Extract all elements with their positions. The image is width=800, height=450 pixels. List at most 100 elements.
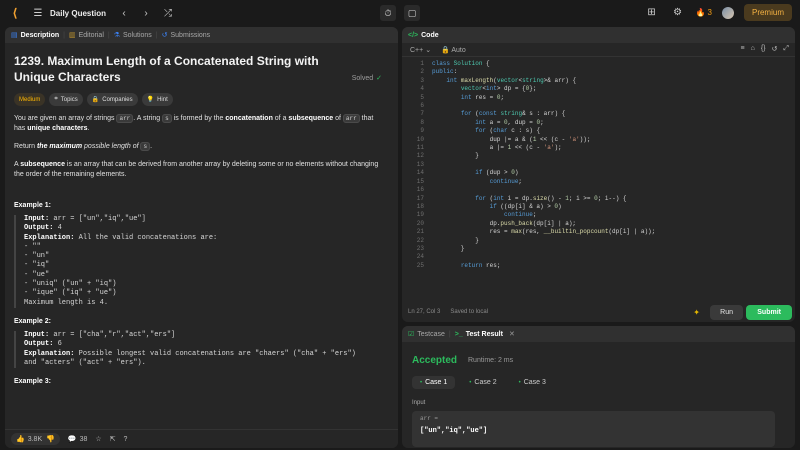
example-line: - "un" (24, 252, 50, 261)
notes-icon[interactable]: ▢ (404, 5, 420, 21)
pass-dot-icon: • (469, 379, 472, 386)
cursor-position: Ln 27, Col 3 (408, 309, 441, 315)
description-paragraph-3: A subsequence is an array that can be de… (14, 161, 379, 178)
thumbs-down-icon[interactable]: 👎 (46, 435, 55, 443)
prev-problem-icon[interactable]: ‹ (116, 5, 132, 21)
solved-badge: Solved ✓ (351, 74, 382, 83)
comments-button[interactable]: 💬 38 (67, 435, 88, 444)
description-panel: ▤ Description | ▥ Editorial | ⚗ Solutions |… (5, 27, 398, 448)
tag-icon: ⌗ (54, 96, 58, 102)
example-line: - "" (24, 242, 41, 251)
run-button[interactable]: Run (710, 305, 743, 320)
avatar[interactable] (721, 6, 734, 19)
pass-dot-icon: • (420, 379, 423, 386)
line-numbers: 1 2 3 4 5 6 7 8 9 10 11 12 13 14 15 16 17 18 19 20 21 22 23 24 2… (416, 60, 424, 269)
top-nav: ⟨ ☰ Daily Question ‹ › ⤮ ⏱ ▢ ⊞ ⚙ 🔥 3 Prem… (0, 0, 800, 26)
example-input: Input: arr = ["cha","r","act","ers"] (24, 330, 176, 339)
tab-test-result[interactable]: >_ Test Result ✕ (454, 330, 515, 339)
favorite-star-icon[interactable]: ☆ (95, 435, 101, 443)
check-circle-icon: ✓ (376, 75, 382, 82)
case-tab-2[interactable]: • Case 2 (461, 376, 504, 389)
problem-list-icon[interactable]: ☰ (30, 5, 46, 21)
tab-editorial[interactable]: ▥ Editorial (69, 31, 104, 40)
case-tab-1[interactable]: • Case 1 (412, 376, 456, 389)
input-var-value: ["un","iq","ue"] (420, 427, 488, 435)
example-3-title: Example 3: (14, 378, 51, 386)
tab-testcase[interactable]: ☑ Testcase (408, 330, 445, 339)
language-select[interactable]: C++ ⌄ (410, 46, 431, 54)
streak-counter[interactable]: 🔥 3 (696, 8, 712, 17)
submissions-icon: ↺ (161, 32, 168, 39)
description-paragraph-1: You are given an array of strings arr. A… (14, 114, 374, 132)
topics-chip[interactable]: ⌗ Topics (49, 93, 83, 106)
example-line: - "ique" ("iq" + "ue") (24, 289, 117, 298)
lightbulb-icon: 💡 (146, 97, 155, 103)
difficulty-chip[interactable]: Medium (14, 93, 46, 106)
code-tabs: </> Code (402, 27, 795, 43)
submit-button[interactable]: Submit (746, 305, 792, 320)
chevron-down-icon: ⌄ (425, 46, 432, 54)
tab-description[interactable]: ▤ Description (11, 31, 59, 40)
description-footer: 👍 3.8K 👎 💬 38 ☆ ⇱ ? (5, 429, 398, 448)
close-icon[interactable]: ✕ (509, 330, 515, 338)
case-tab-3[interactable]: • Case 3 (511, 376, 554, 389)
tab-divider: | (155, 31, 158, 39)
thumbs-up-icon: 👍 (16, 436, 25, 443)
reset-icon[interactable]: ↺ (772, 45, 778, 53)
code-editor[interactable]: 1 2 3 4 5 6 7 8 9 10 11 12 13 14 15 16 17 18 19 20 21 22 23 24 2… (402, 60, 795, 304)
example-explanation: Explanation: All the valid concatenation… (24, 233, 218, 242)
example-1-title: Example 1: (14, 202, 51, 209)
braces-icon[interactable]: {} (761, 45, 766, 53)
fire-icon: 🔥 (695, 8, 706, 17)
description-paragraph-2: Return the maximum possible length of s. (14, 142, 153, 151)
terminal-icon: >_ (454, 330, 463, 338)
example-explanation: Explanation: Possible longest valid conc… (24, 349, 356, 358)
example-line: - "iq" (24, 261, 50, 270)
timer-icon[interactable]: ⏱ (380, 5, 396, 21)
shuffle-icon[interactable]: ⤮ (160, 5, 176, 21)
layout-icon[interactable]: ⊞ (644, 5, 660, 21)
code-panel: </> Code C++ ⌄ 🔒 Auto ≡ ⌂ {} ↺ ⤢ 12345678… (402, 27, 795, 322)
like-button[interactable]: 👍 3.8K (16, 435, 42, 444)
notes-lines-icon[interactable]: ≡ (741, 45, 745, 53)
result-tabs: ☑ Testcase | >_ Test Result ✕ (402, 326, 795, 342)
lock-icon: 🔒 (441, 46, 450, 54)
example-2-title: Example 2: (14, 317, 51, 325)
expand-icon[interactable]: ⤢ (783, 45, 789, 53)
next-problem-icon[interactable]: › (138, 5, 154, 21)
hint-chip[interactable]: 💡 Hint (141, 93, 173, 106)
premium-button[interactable]: Premium (743, 4, 792, 21)
auto-format-toggle[interactable]: 🔒 Auto (441, 46, 466, 54)
debug-icon[interactable]: ✦ (693, 308, 700, 317)
example-line: and "acters" ("act" + "ers"). (24, 358, 146, 367)
leetcode-logo-icon[interactable]: ⟨ (8, 6, 22, 20)
runtime-text: Runtime: 2 ms (468, 357, 514, 364)
input-label: Input (412, 400, 426, 406)
comment-icon: 💬 (67, 436, 77, 443)
companies-chip[interactable]: 🔒 Companies (86, 93, 138, 106)
code-brackets-icon: </> (408, 31, 419, 39)
code-toolbar: C++ ⌄ 🔒 Auto ≡ ⌂ {} ↺ ⤢ (402, 43, 795, 57)
problem-chips: Medium ⌗ Topics 🔒 Companies 💡 Hint (14, 93, 389, 106)
result-status: Accepted (412, 355, 458, 366)
example-2-box: Input: arr = ["cha","r","act","ers"] Out… (14, 330, 389, 369)
tab-submissions[interactable]: ↺ Submissions (161, 31, 211, 40)
like-dislike-group: 👍 3.8K 👎 (11, 433, 60, 445)
example-line: Maximum length is 4. (24, 298, 109, 307)
description-icon: ▤ (11, 32, 18, 39)
example-line: - "ue" (24, 270, 50, 279)
case-tabs: • Case 1 • Case 2 • Case 3 (412, 376, 554, 389)
problem-title[interactable]: 1239. Maximum Length of a Concatenated S… (14, 53, 334, 85)
save-status: Saved to local (450, 309, 489, 315)
share-icon[interactable]: ⇱ (110, 435, 116, 443)
solutions-icon: ⚗ (113, 32, 120, 39)
settings-gear-icon[interactable]: ⚙ (670, 5, 686, 21)
help-icon[interactable]: ? (124, 436, 128, 443)
tab-divider: | (107, 31, 110, 39)
tab-solutions[interactable]: ⚗ Solutions (113, 31, 152, 40)
daily-question-title[interactable]: Daily Question (50, 9, 106, 18)
checkbox-icon: ☑ (408, 331, 415, 338)
bookmark-icon[interactable]: ⌂ (751, 45, 755, 53)
tab-code[interactable]: </> Code (408, 32, 439, 39)
input-var-name: arr = (420, 415, 439, 422)
